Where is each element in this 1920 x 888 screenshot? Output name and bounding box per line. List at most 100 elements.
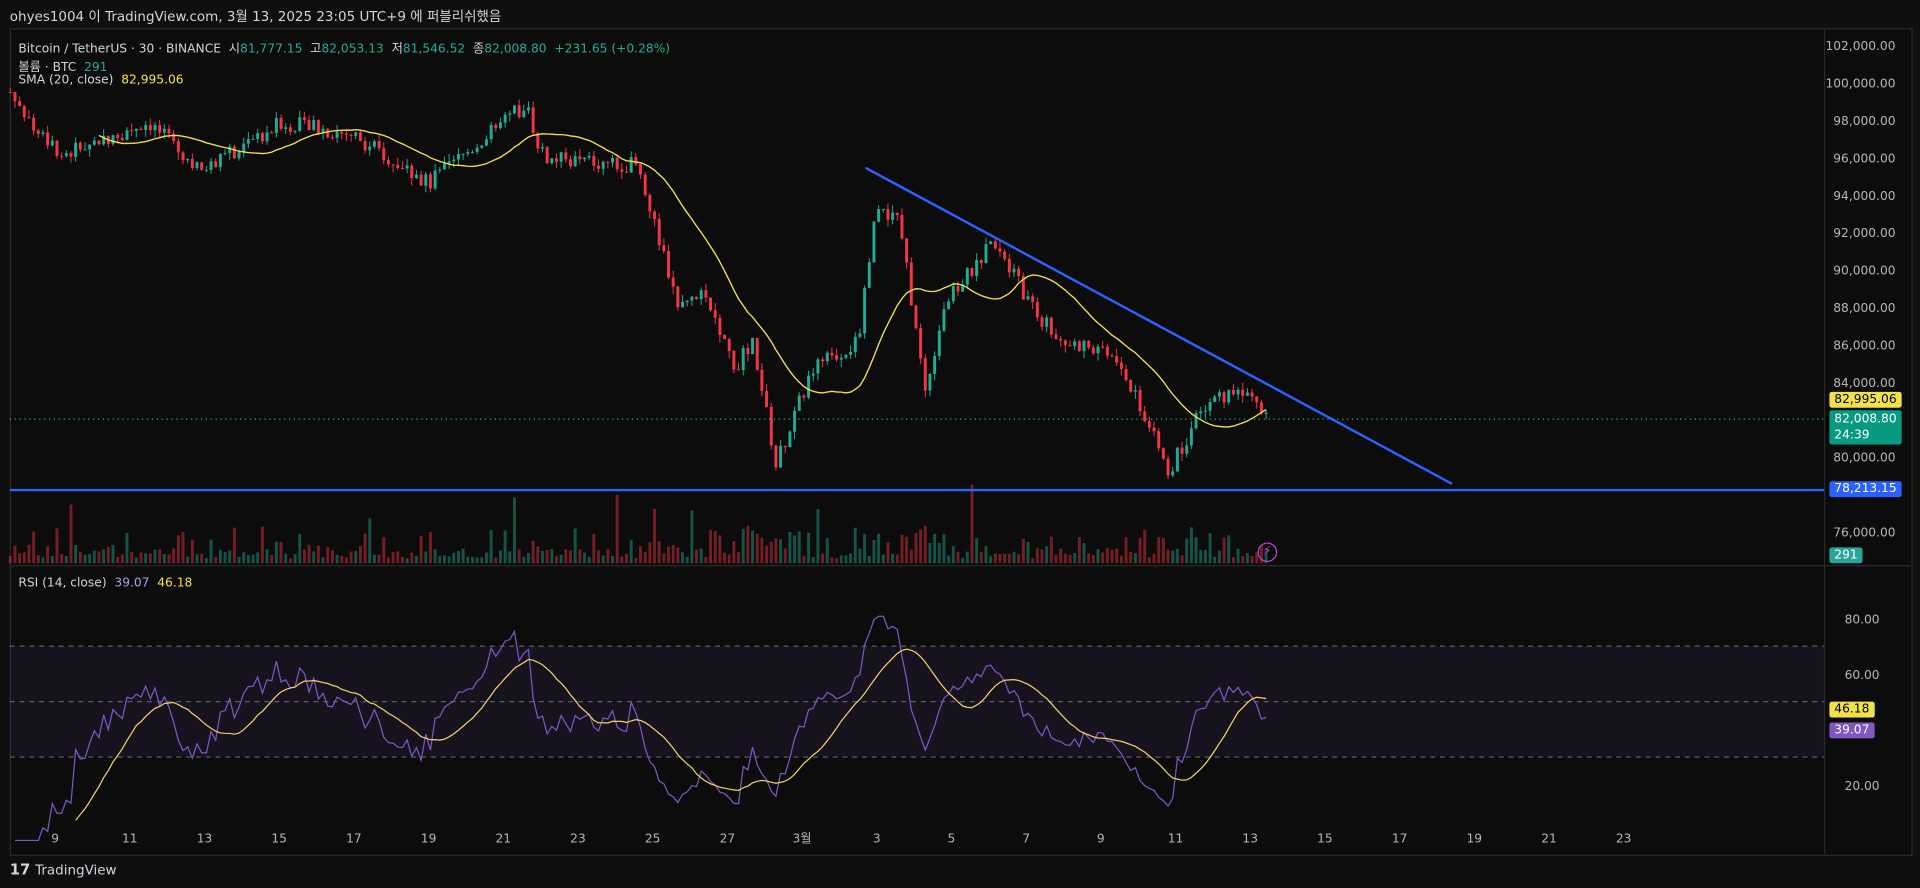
volume-bar xyxy=(690,510,694,564)
symbol-name[interactable]: Bitcoin / TetherUS · 30 · BINANCE xyxy=(18,43,221,56)
candle-body xyxy=(88,144,92,150)
candle-body xyxy=(797,395,801,411)
volume-bar xyxy=(727,554,731,564)
candle-body xyxy=(704,290,708,298)
volume-bar xyxy=(830,557,834,564)
time-tick-label: 3월 xyxy=(793,831,812,845)
volume-bar xyxy=(559,554,563,564)
candle-body xyxy=(909,262,913,306)
volume-bar xyxy=(176,535,180,564)
candle-body xyxy=(489,124,493,140)
candle-body xyxy=(965,268,969,285)
candle-body xyxy=(330,137,334,139)
candle-body xyxy=(1189,428,1193,446)
candle-body xyxy=(807,375,811,398)
candle-body xyxy=(1143,411,1147,422)
candle-body xyxy=(993,241,997,249)
candle-body xyxy=(1115,355,1119,363)
candle-body xyxy=(218,153,222,168)
candle-body xyxy=(260,133,264,142)
lightning-icon[interactable]: ⚡ xyxy=(1257,542,1278,563)
volume-bar xyxy=(382,537,386,564)
volume-bar xyxy=(386,557,390,564)
volume-bar xyxy=(877,533,881,564)
volume-bar xyxy=(148,553,152,564)
volume-bar xyxy=(723,552,727,564)
volume-bar xyxy=(517,549,521,564)
candle-body xyxy=(391,164,395,166)
volume-bar xyxy=(597,550,600,564)
candle-body xyxy=(8,92,12,94)
volume-legend[interactable]: 볼륨 · BTC 291 xyxy=(18,56,107,74)
volume-bar xyxy=(531,540,535,564)
volume-bar xyxy=(765,545,769,564)
volume-bar xyxy=(858,548,862,564)
volume-bar xyxy=(713,530,717,564)
volume-bar xyxy=(947,555,951,564)
candle-body xyxy=(653,211,656,219)
candle-body xyxy=(186,158,190,161)
candle-body xyxy=(1157,431,1161,449)
candle-body xyxy=(498,122,502,129)
candle-body xyxy=(1105,346,1109,356)
candle-body xyxy=(1129,380,1133,392)
volume-bar xyxy=(732,541,736,564)
candle-body xyxy=(1012,268,1016,273)
sma-line xyxy=(98,129,1267,428)
candle-body xyxy=(811,373,815,376)
volume-bar xyxy=(1175,548,1179,564)
footer-brand[interactable]: 𝟭𝟳 TradingView xyxy=(10,861,117,878)
volume-bar xyxy=(1063,553,1067,564)
volume-bar xyxy=(1157,536,1161,564)
volume-bar xyxy=(891,553,895,564)
candle-body xyxy=(1077,341,1081,351)
candle-body xyxy=(424,174,428,186)
candle-body xyxy=(611,158,614,163)
volume-bar xyxy=(1049,536,1053,564)
volume-bar xyxy=(569,550,572,564)
candle-body xyxy=(41,132,45,135)
candle-body xyxy=(793,410,797,432)
volume-bar xyxy=(807,532,811,564)
volume-bar xyxy=(671,545,675,564)
volume-bar xyxy=(452,552,456,564)
candle-body xyxy=(1161,448,1165,459)
chart-canvas[interactable]: 102,000.00100,000.0098,000.0096,000.0094… xyxy=(0,0,1920,888)
rsi-legend[interactable]: RSI (14, close) 39.07 46.18 xyxy=(18,577,192,590)
candle-body xyxy=(1031,296,1035,302)
tradingview-logo-icon: 𝟭𝟳 xyxy=(9,860,31,878)
time-tick-label: 7 xyxy=(1022,831,1030,845)
time-tick-label: 25 xyxy=(645,831,661,845)
candle-body xyxy=(1049,317,1053,335)
rsi-tick-label: 80.00 xyxy=(1845,612,1880,626)
volume-bar xyxy=(685,557,689,564)
volume-bar xyxy=(937,542,941,564)
volume-bar xyxy=(1003,553,1007,564)
time-tick-label: 11 xyxy=(1168,831,1184,845)
time-tick-label: 3 xyxy=(873,831,881,845)
volume-bar xyxy=(1250,555,1254,564)
tradingview-snapshot: ohyes1004 이 TradingView.com, 3월 13, 2025… xyxy=(0,0,1920,888)
volume-bar xyxy=(634,557,638,564)
candle-body xyxy=(176,141,180,153)
candle-body xyxy=(1026,296,1030,300)
volume-bar xyxy=(737,551,741,564)
open-label: 시 xyxy=(228,42,241,57)
candle-body xyxy=(858,333,862,337)
candle-body xyxy=(522,110,526,117)
candle-body xyxy=(1063,340,1067,346)
rsi-tick-label: 60.00 xyxy=(1845,668,1880,682)
volume-bar xyxy=(209,539,213,564)
volume-bar xyxy=(1138,538,1142,564)
volume-bar xyxy=(928,543,932,564)
volume-bar xyxy=(522,557,526,564)
rsi-ma-value: 46.18 xyxy=(157,576,193,591)
volume-bar xyxy=(681,552,685,564)
candle-body xyxy=(639,164,642,175)
sma-value: 82,995.06 xyxy=(121,73,184,87)
sma-legend[interactable]: SMA (20, close) 82,995.06 xyxy=(18,73,183,86)
volume-bar xyxy=(1031,558,1035,564)
candle-body xyxy=(251,139,255,141)
volume-bar xyxy=(508,551,512,564)
candle-body xyxy=(419,174,423,186)
